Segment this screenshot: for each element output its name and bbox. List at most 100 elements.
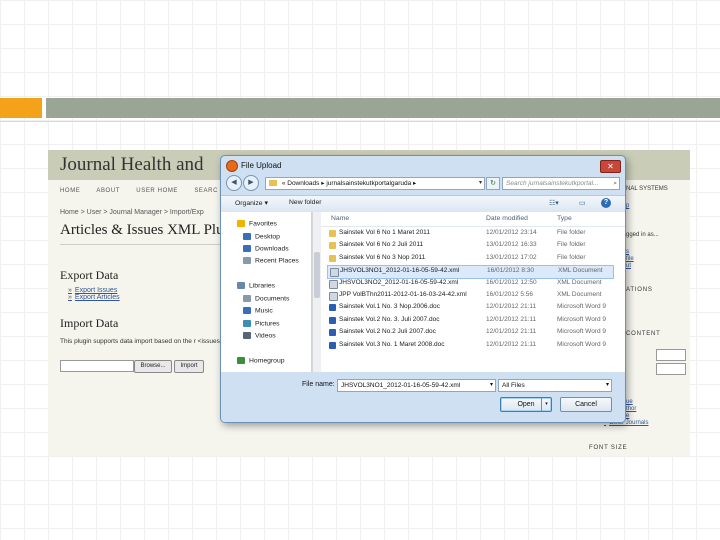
- file-row[interactable]: Sainstek Vol 6 No 3 Nop 2011 13/01/2012 1…: [327, 253, 612, 265]
- sidebar-font-size: FONT SIZE: [589, 445, 628, 451]
- nav-libraries[interactable]: Libraries: [237, 282, 275, 289]
- chevron-down-icon[interactable]: ▾: [541, 398, 551, 411]
- refresh-button[interactable]: ↻: [486, 177, 500, 190]
- file-row[interactable]: Sainstek Vol.1 No. 3 Nop.2006.doc 12/01/2…: [327, 302, 612, 314]
- view-options-icon[interactable]: ☷▾: [549, 199, 559, 207]
- file-row[interactable]: Sainstek Vol.3 No. 1 Maret 2008.doc 12/01…: [327, 340, 612, 352]
- sidebar-notifications: ATIONS: [626, 287, 653, 293]
- new-folder-button[interactable]: New folder: [289, 199, 322, 206]
- downloads-icon: [243, 245, 251, 252]
- path-downloads[interactable]: Downloads: [287, 180, 319, 187]
- search-icon[interactable]: ⌕: [613, 178, 617, 189]
- nav-about[interactable]: ABOUT: [96, 188, 120, 194]
- file-row[interactable]: JPP VolBThn2011-2012-01-16-03-24-42.xml 1…: [327, 290, 612, 302]
- preview-pane-icon[interactable]: ▭: [579, 199, 586, 207]
- file-date-modified: 12/01/2012 23:14: [486, 229, 537, 236]
- nav-documents[interactable]: Documents: [243, 295, 289, 302]
- path-separator-icon: ▸: [321, 180, 325, 187]
- file-name: JHSVOL3NO2_2012-01-16-05-59-42.xml: [339, 278, 459, 286]
- pictures-icon: [243, 320, 251, 327]
- sidebar-link-3[interactable]: ut: [626, 263, 631, 269]
- xml-file-icon: [330, 268, 339, 278]
- sidebar-content: CONTENT: [626, 331, 661, 337]
- file-name-input[interactable]: JHSVOL3NO1_2012-01-16-05-59-42.xml ▾: [337, 379, 496, 392]
- forward-button[interactable]: ▶: [243, 175, 259, 191]
- file-date-modified: 16/01/2012 5:56: [486, 291, 533, 298]
- file-type: XML Document: [558, 267, 603, 275]
- word-document-icon: [329, 341, 336, 349]
- sidebar-search-input[interactable]: [656, 349, 686, 361]
- import-button[interactable]: Import: [174, 360, 204, 373]
- sidebar-search-scope[interactable]: [656, 363, 686, 375]
- sidebar-search-link-3[interactable]: e: [626, 413, 629, 419]
- file-row[interactable]: JHSVOL3NO2_2012-01-16-05-59-42.xml 16/01/…: [327, 278, 612, 290]
- accent-bar: [0, 98, 42, 118]
- file-type: XML Document: [557, 291, 602, 298]
- file-row[interactable]: Sainstek Vol 6 No 1 Maret 2011 12/01/2012…: [327, 228, 612, 240]
- sidebar-link-2[interactable]: file: [626, 256, 634, 262]
- site-title: Journal Health and: [60, 154, 204, 175]
- recent-places-icon: [243, 257, 251, 264]
- scrollbar-thumb[interactable]: [314, 252, 320, 298]
- file-type: XML Document: [557, 278, 602, 286]
- sidebar-search-link-1[interactable]: ue: [626, 399, 633, 405]
- file-list-header: Name Date modified Type: [321, 212, 625, 227]
- path-overflow[interactable]: «: [282, 180, 286, 187]
- search-input[interactable]: Search jurnalsainstekutkportal... ⌕: [502, 177, 620, 190]
- export-heading: Export Data: [60, 268, 119, 282]
- back-button[interactable]: ◀: [226, 175, 242, 191]
- column-date-modified[interactable]: Date modified: [486, 215, 528, 222]
- file-row[interactable]: Sainstek Vol.2 No. 3. Juli 2007.doc 12/01…: [327, 315, 612, 327]
- homegroup-icon: [237, 357, 245, 364]
- nav-pictures[interactable]: Pictures: [243, 320, 280, 327]
- file-type: File folder: [557, 253, 586, 261]
- export-issues-link[interactable]: » Export Issues: [68, 287, 117, 294]
- file-name: Sainstek Vol.3 No. 1 Maret 2008.doc: [339, 340, 445, 348]
- file-list: Name Date modified Type Sainstek Vol 6 N…: [321, 212, 625, 372]
- file-date-modified: 16/01/2012 8:30: [487, 267, 534, 275]
- folder-icon: [269, 180, 277, 187]
- nav-search[interactable]: SEARC: [194, 188, 218, 194]
- libraries-icon: [237, 282, 245, 289]
- nav-desktop[interactable]: Desktop: [243, 233, 280, 240]
- file-type-select[interactable]: All Files ▾: [498, 379, 612, 392]
- folder-icon: [329, 254, 336, 262]
- column-type[interactable]: Type: [557, 215, 572, 222]
- address-dropdown-icon[interactable]: ▾: [479, 178, 482, 189]
- nav-home[interactable]: HOME: [60, 188, 80, 194]
- help-icon[interactable]: ?: [601, 198, 611, 208]
- file-name: Sainstek Vol.1 No. 3 Nop.2006.doc: [339, 303, 440, 311]
- nav-homegroup[interactable]: Homegroup: [237, 357, 285, 364]
- page-title: Articles & Issues XML Plu: [60, 222, 224, 238]
- file-row[interactable]: Sainstek Vol.2 No.2 Juli 2007.doc 12/01/2…: [327, 327, 612, 339]
- navigation-scrollbar[interactable]: [312, 212, 321, 372]
- nav-favorites[interactable]: Favorites: [237, 220, 277, 227]
- sidebar-link-1[interactable]: s: [626, 249, 629, 255]
- sidebar-search-link-2[interactable]: thor: [626, 406, 636, 412]
- breadcrumb: Home > User > Journal Manager > Import/E…: [60, 209, 204, 216]
- browse-button[interactable]: Browse...: [134, 360, 172, 373]
- path-current-folder[interactable]: jurnalsainstekutkportalgaruda: [326, 180, 411, 187]
- nav-music[interactable]: Music: [243, 307, 273, 314]
- file-path-input[interactable]: [60, 360, 134, 372]
- address-bar[interactable]: « Downloads ▸ jurnalsainstekutkportalgar…: [265, 177, 485, 190]
- nav-user-home[interactable]: USER HOME: [136, 188, 178, 194]
- file-name-label: File name:: [302, 381, 335, 388]
- file-name: JPP VolBThn2011-2012-01-16-03-24-42.xml: [339, 291, 467, 298]
- open-button[interactable]: Open ▾: [500, 397, 552, 412]
- nav-recent-places[interactable]: Recent Places: [243, 257, 299, 264]
- import-heading: Import Data: [60, 316, 119, 330]
- sidebar-help-link[interactable]: p: [626, 203, 629, 209]
- nav-videos[interactable]: Videos: [243, 332, 276, 339]
- organize-menu[interactable]: Organize ▾: [235, 199, 268, 207]
- cancel-button[interactable]: Cancel: [560, 397, 612, 412]
- column-name[interactable]: Name: [331, 215, 349, 222]
- file-date-modified: 13/01/2012 17:02: [486, 253, 537, 261]
- chevron-down-icon[interactable]: ▾: [606, 380, 609, 391]
- file-row[interactable]: Sainstek Vol 6 No 2 Juli 2011 13/01/2012 …: [327, 240, 612, 252]
- chevron-down-icon[interactable]: ▾: [490, 380, 493, 391]
- close-button[interactable]: ✕: [600, 160, 621, 173]
- export-articles-link[interactable]: » Export Articles: [68, 294, 120, 301]
- nav-downloads[interactable]: Downloads: [243, 245, 289, 252]
- word-document-icon: [329, 316, 336, 324]
